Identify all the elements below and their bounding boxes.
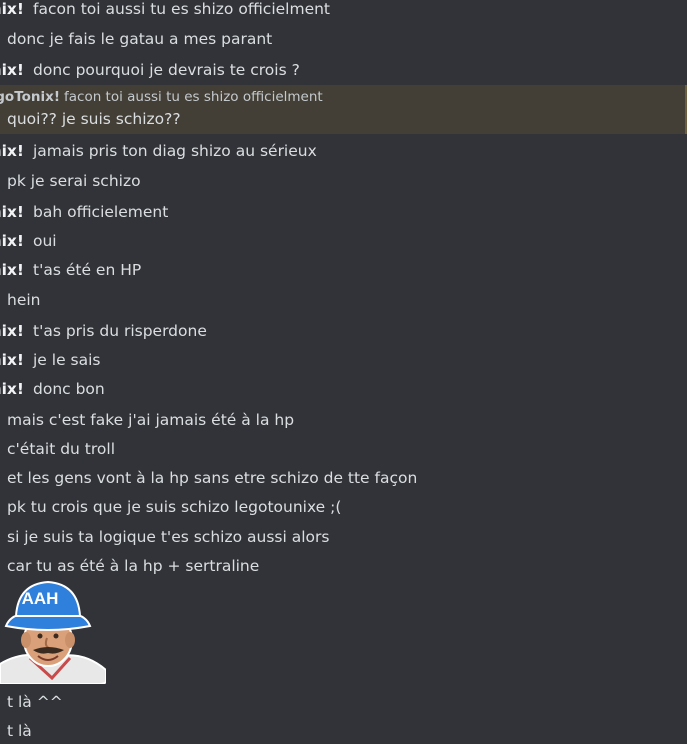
- message-author[interactable]: nix!: [0, 321, 24, 341]
- message-text: donc pourquoi je devrais te crois ?: [33, 61, 300, 79]
- message-text: t'as été en HP: [33, 261, 142, 279]
- message-author[interactable]: nix!: [0, 141, 24, 161]
- reply-author[interactable]: egoTonix!: [0, 88, 60, 106]
- message-text: car tu as été à la hp + sertraline: [7, 557, 260, 575]
- message-author[interactable]: nix!: [0, 202, 24, 222]
- message-text: je le sais: [33, 351, 101, 369]
- message-text: quoi?? je suis schizo??: [7, 110, 181, 128]
- message-author[interactable]: nix!: [0, 60, 24, 80]
- message-text: oui: [33, 232, 57, 250]
- message-text: et les gens vont à la hp sans etre schiz…: [7, 469, 418, 487]
- message-text: mais c'est fake j'ai jamais été à la hp: [7, 411, 295, 429]
- message-text: c'était du troll: [7, 440, 116, 458]
- message-text: bah officielement: [33, 203, 169, 221]
- sticker-man-in-bucket-hat-icon: AAH: [0, 580, 107, 685]
- message-text: hein: [7, 291, 41, 309]
- message-text: pk tu crois que je suis schizo legotouni…: [7, 498, 342, 516]
- message-text: si je suis ta logique t'es schizo aussi …: [7, 528, 330, 546]
- message-text: t'as pris du risperdone: [33, 322, 207, 340]
- message-text: donc bon: [33, 380, 105, 398]
- sticker-hat-text: AAH: [22, 589, 59, 608]
- message-text: pk je serai schizo: [7, 172, 141, 190]
- message-text: donc je fais le gatau a mes parant: [7, 30, 273, 48]
- message-text: jamais pris ton diag shizo au sérieux: [33, 142, 317, 160]
- message-author[interactable]: nix!: [0, 379, 24, 399]
- message-text: t là ^^: [7, 693, 63, 711]
- message-text: facon toi aussi tu es shizo officielment: [33, 0, 331, 18]
- message-author[interactable]: nix!: [0, 350, 24, 370]
- message-text: t là: [7, 722, 32, 740]
- reply-quoted-text[interactable]: facon toi aussi tu es shizo officielment: [64, 88, 323, 106]
- message-author[interactable]: nix!: [0, 260, 24, 280]
- sticker[interactable]: AAH: [0, 578, 107, 685]
- message-author[interactable]: nix!: [0, 231, 24, 251]
- message-author[interactable]: nix!: [0, 0, 24, 19]
